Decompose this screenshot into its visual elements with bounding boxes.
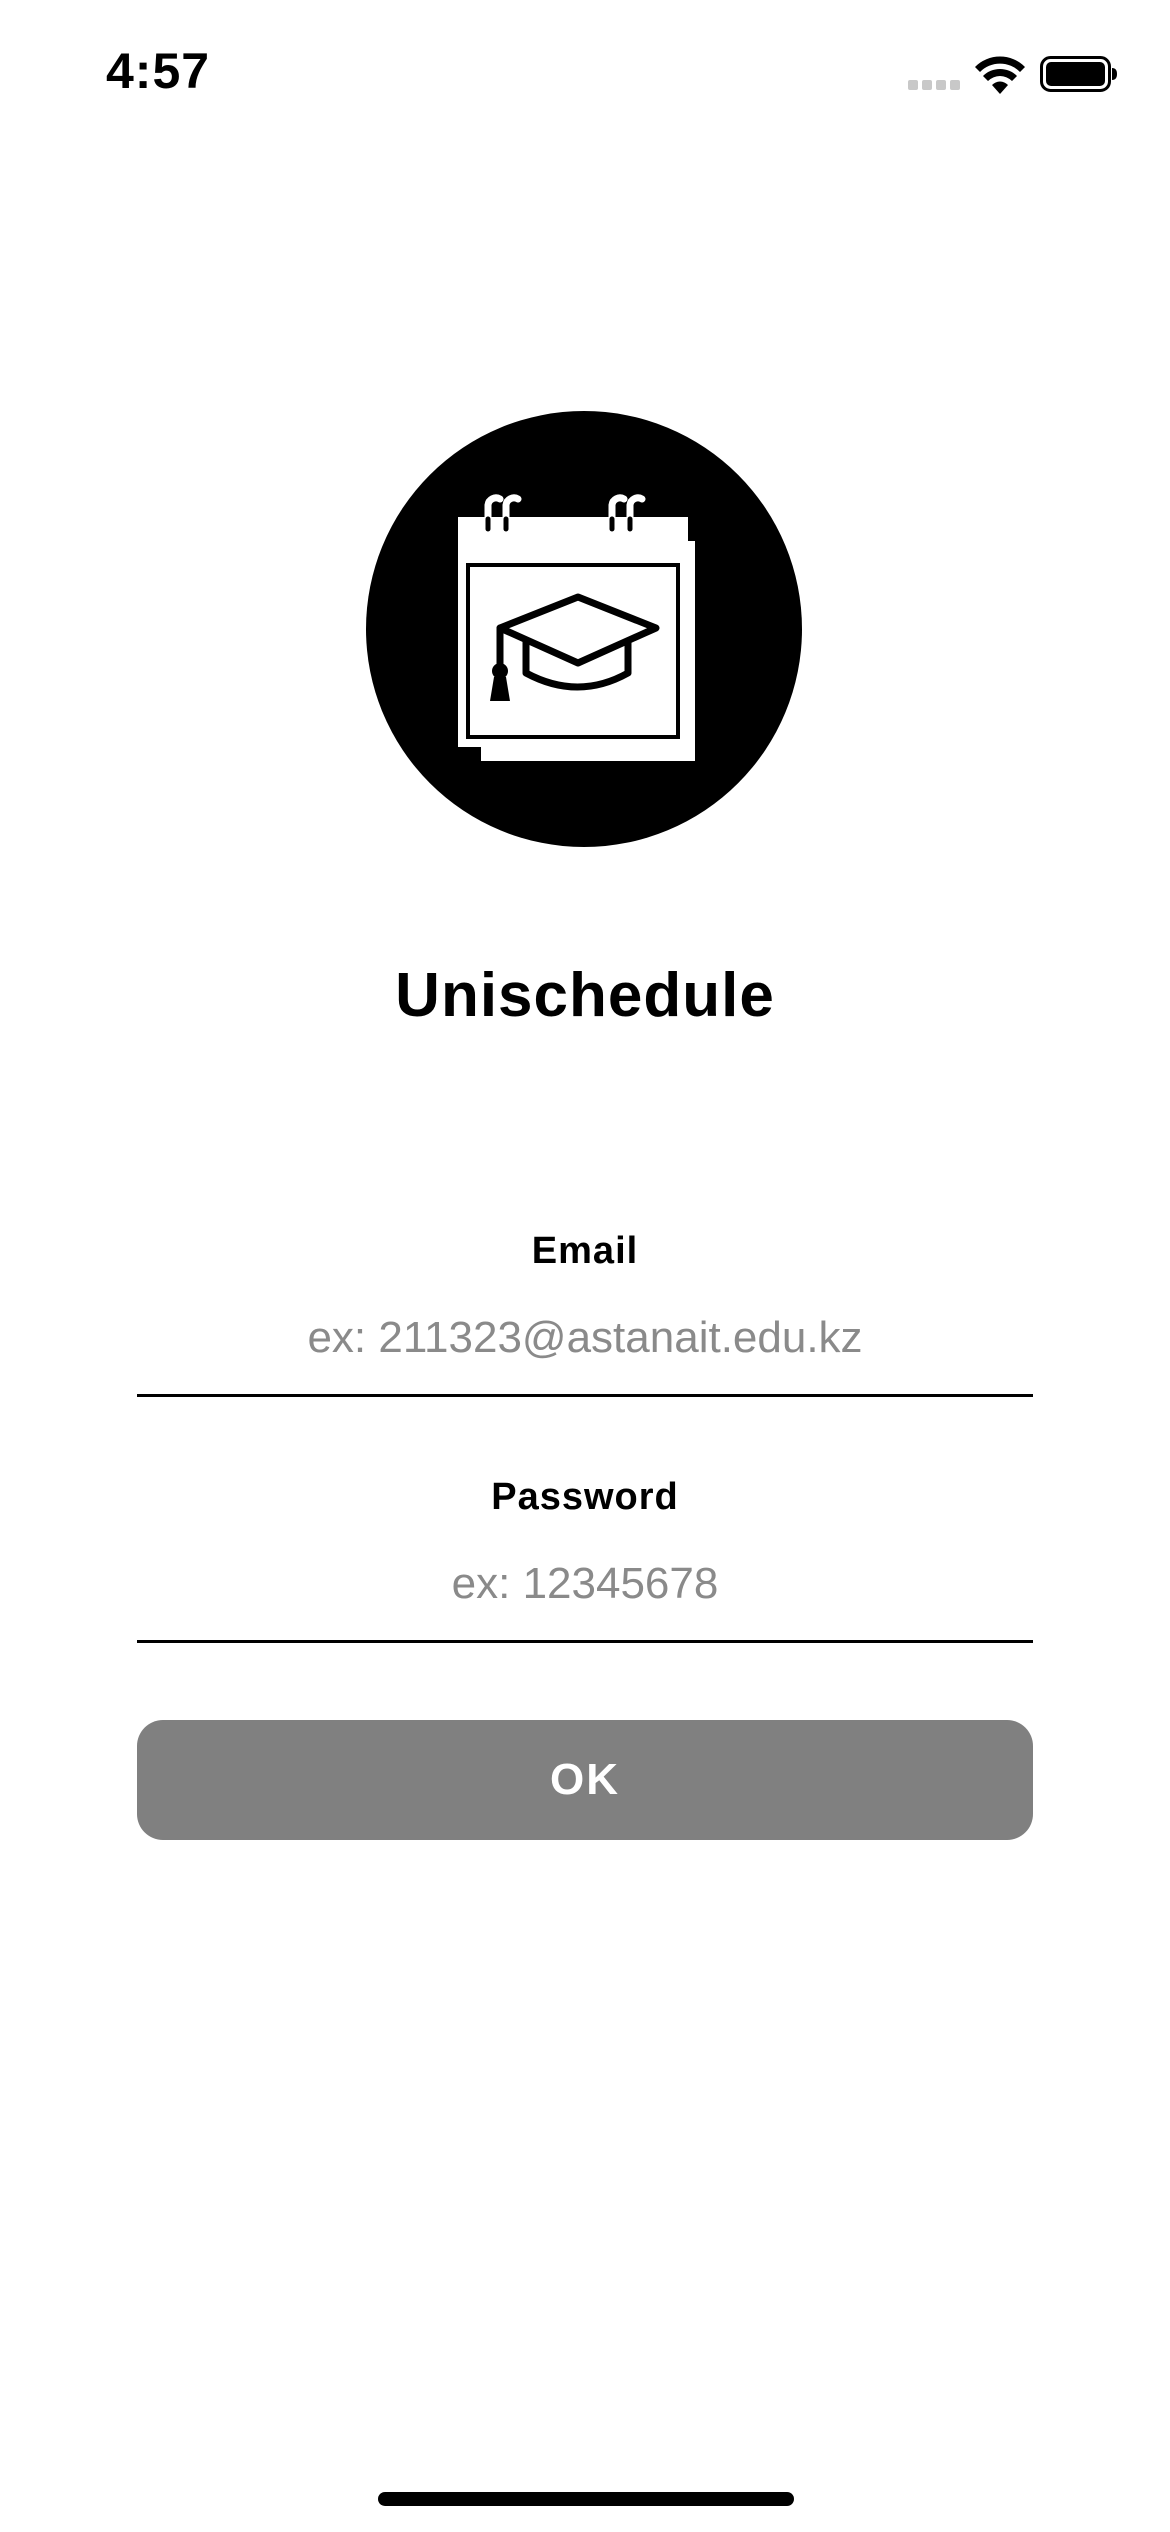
app-title: Unischedule [395,961,775,1030]
email-underline [137,1394,1033,1397]
password-label: Password [491,1476,679,1518]
ok-button[interactable]: OK [137,1720,1033,1840]
cellular-signal-icon [908,80,960,90]
email-field[interactable] [137,1296,1033,1380]
password-field[interactable] [137,1542,1033,1626]
status-time: 4:57 [106,43,211,99]
home-indicator[interactable] [378,2492,794,2506]
email-label: Email [531,1230,639,1272]
calendar-graduation-cap-icon [366,411,802,847]
status-bar: 4:57 [0,0,1170,150]
battery-icon [1040,56,1117,92]
password-underline [137,1640,1033,1643]
wifi-icon [975,56,1025,94]
